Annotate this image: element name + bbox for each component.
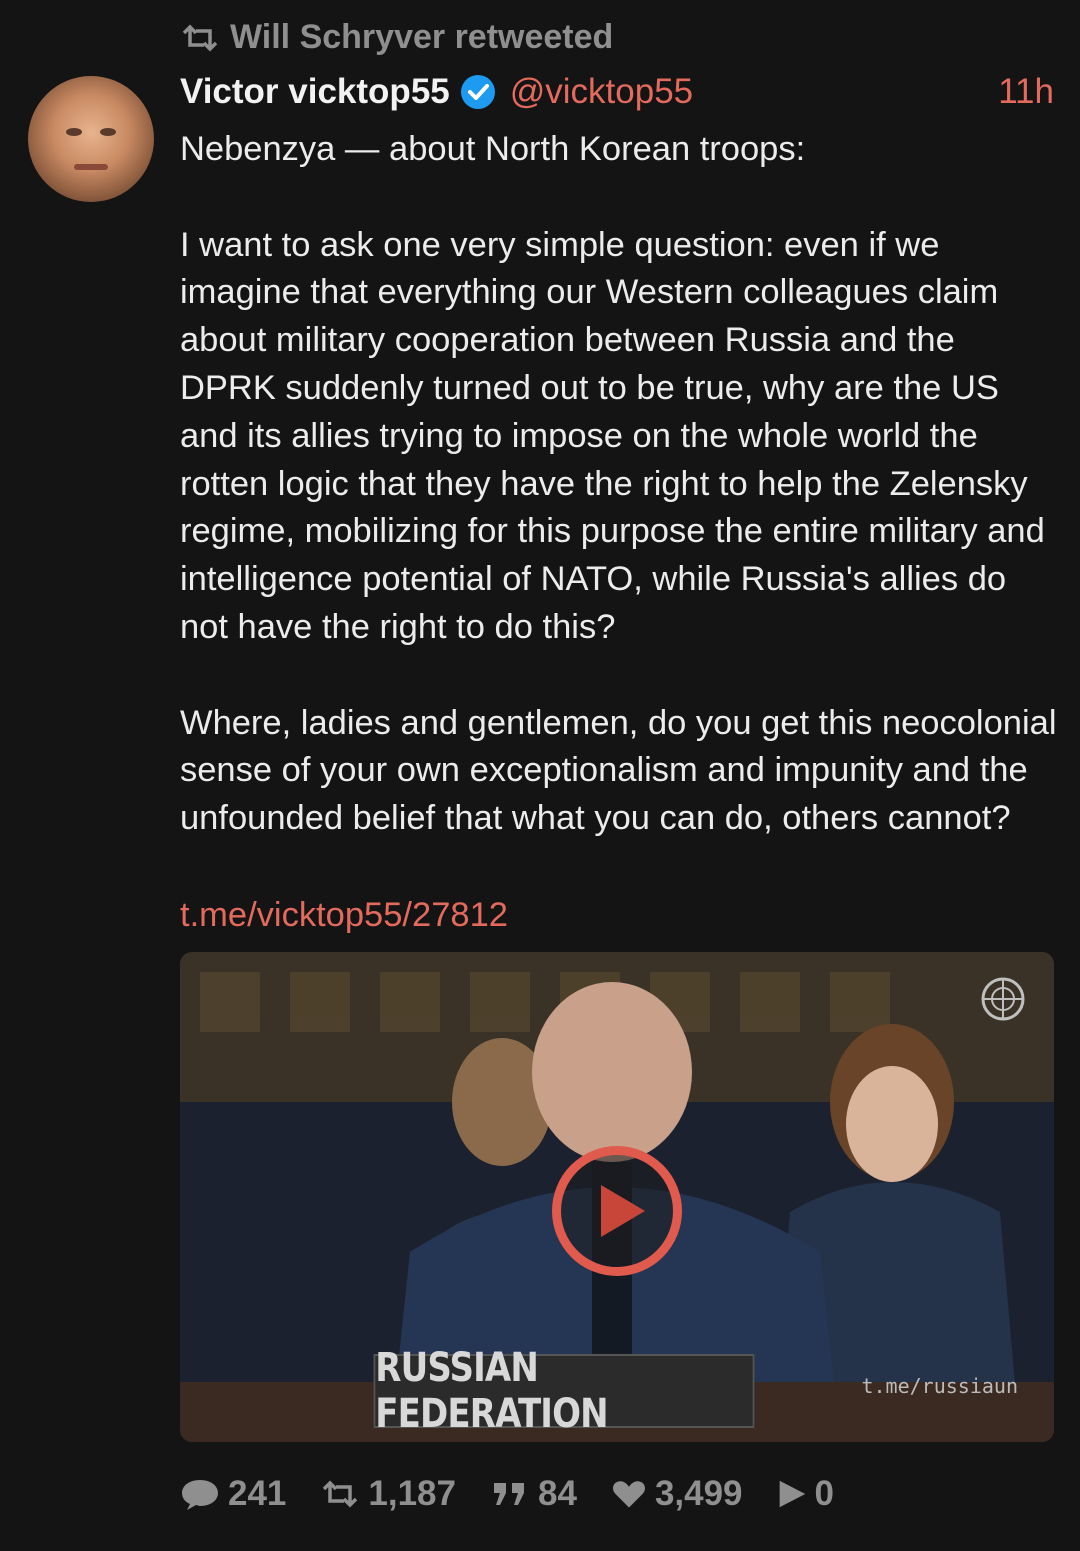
- un-logo-icon: [981, 977, 1025, 1021]
- author-display-name[interactable]: Victor vicktop55: [180, 72, 450, 112]
- post-link[interactable]: t.me/vicktop55/27812: [180, 892, 508, 940]
- like-count: 3,499: [654, 1474, 743, 1513]
- verified-badge-icon: [460, 75, 495, 109]
- retweet-text: Will Schryver retweeted: [230, 18, 614, 56]
- views-count: 0: [814, 1474, 834, 1513]
- reply-button[interactable]: 241: [180, 1474, 286, 1514]
- post-header: Victor vicktop55 @vicktop55 11h: [180, 68, 1054, 116]
- quote-count: 84: [538, 1474, 577, 1513]
- quote-icon: [494, 1483, 524, 1505]
- play-views-icon: [779, 1480, 805, 1508]
- retweet-icon: [182, 24, 218, 51]
- repost-count: 1,187: [368, 1474, 456, 1513]
- heart-icon: [612, 1481, 645, 1508]
- post-paragraph: Where, ladies and gentlemen, do you get …: [180, 703, 1057, 838]
- post-timestamp[interactable]: 11h: [998, 72, 1054, 112]
- post-paragraph: Nebenzya — about North Korean troops:: [180, 130, 806, 168]
- post-paragraph: I want to ask one very simple question: …: [180, 225, 1045, 646]
- video-watermark: t.me/russiaun: [861, 1374, 1018, 1398]
- reply-count: 241: [228, 1474, 287, 1513]
- reply-icon: [182, 1480, 218, 1510]
- play-icon: [601, 1185, 645, 1237]
- repost-icon: [323, 1480, 358, 1508]
- author-handle[interactable]: @vicktop55: [510, 72, 693, 112]
- views-button[interactable]: 0: [777, 1474, 834, 1514]
- quote-button[interactable]: 84: [490, 1474, 577, 1514]
- retweet-indicator[interactable]: Will Schryver retweeted: [180, 18, 613, 57]
- nameplate: RUSSIAN FEDERATION: [373, 1345, 755, 1437]
- video-thumbnail[interactable]: RUSSIAN FEDERATION t.me/russiaun: [180, 952, 1054, 1442]
- action-bar: 241 1,187 84 3,499 0: [180, 1474, 834, 1514]
- like-button[interactable]: 3,499: [611, 1474, 743, 1514]
- play-button[interactable]: [552, 1146, 682, 1276]
- post-body: Nebenzya — about North Korean troops: I …: [180, 126, 1060, 843]
- avatar[interactable]: [28, 76, 154, 202]
- repost-button[interactable]: 1,187: [320, 1474, 456, 1514]
